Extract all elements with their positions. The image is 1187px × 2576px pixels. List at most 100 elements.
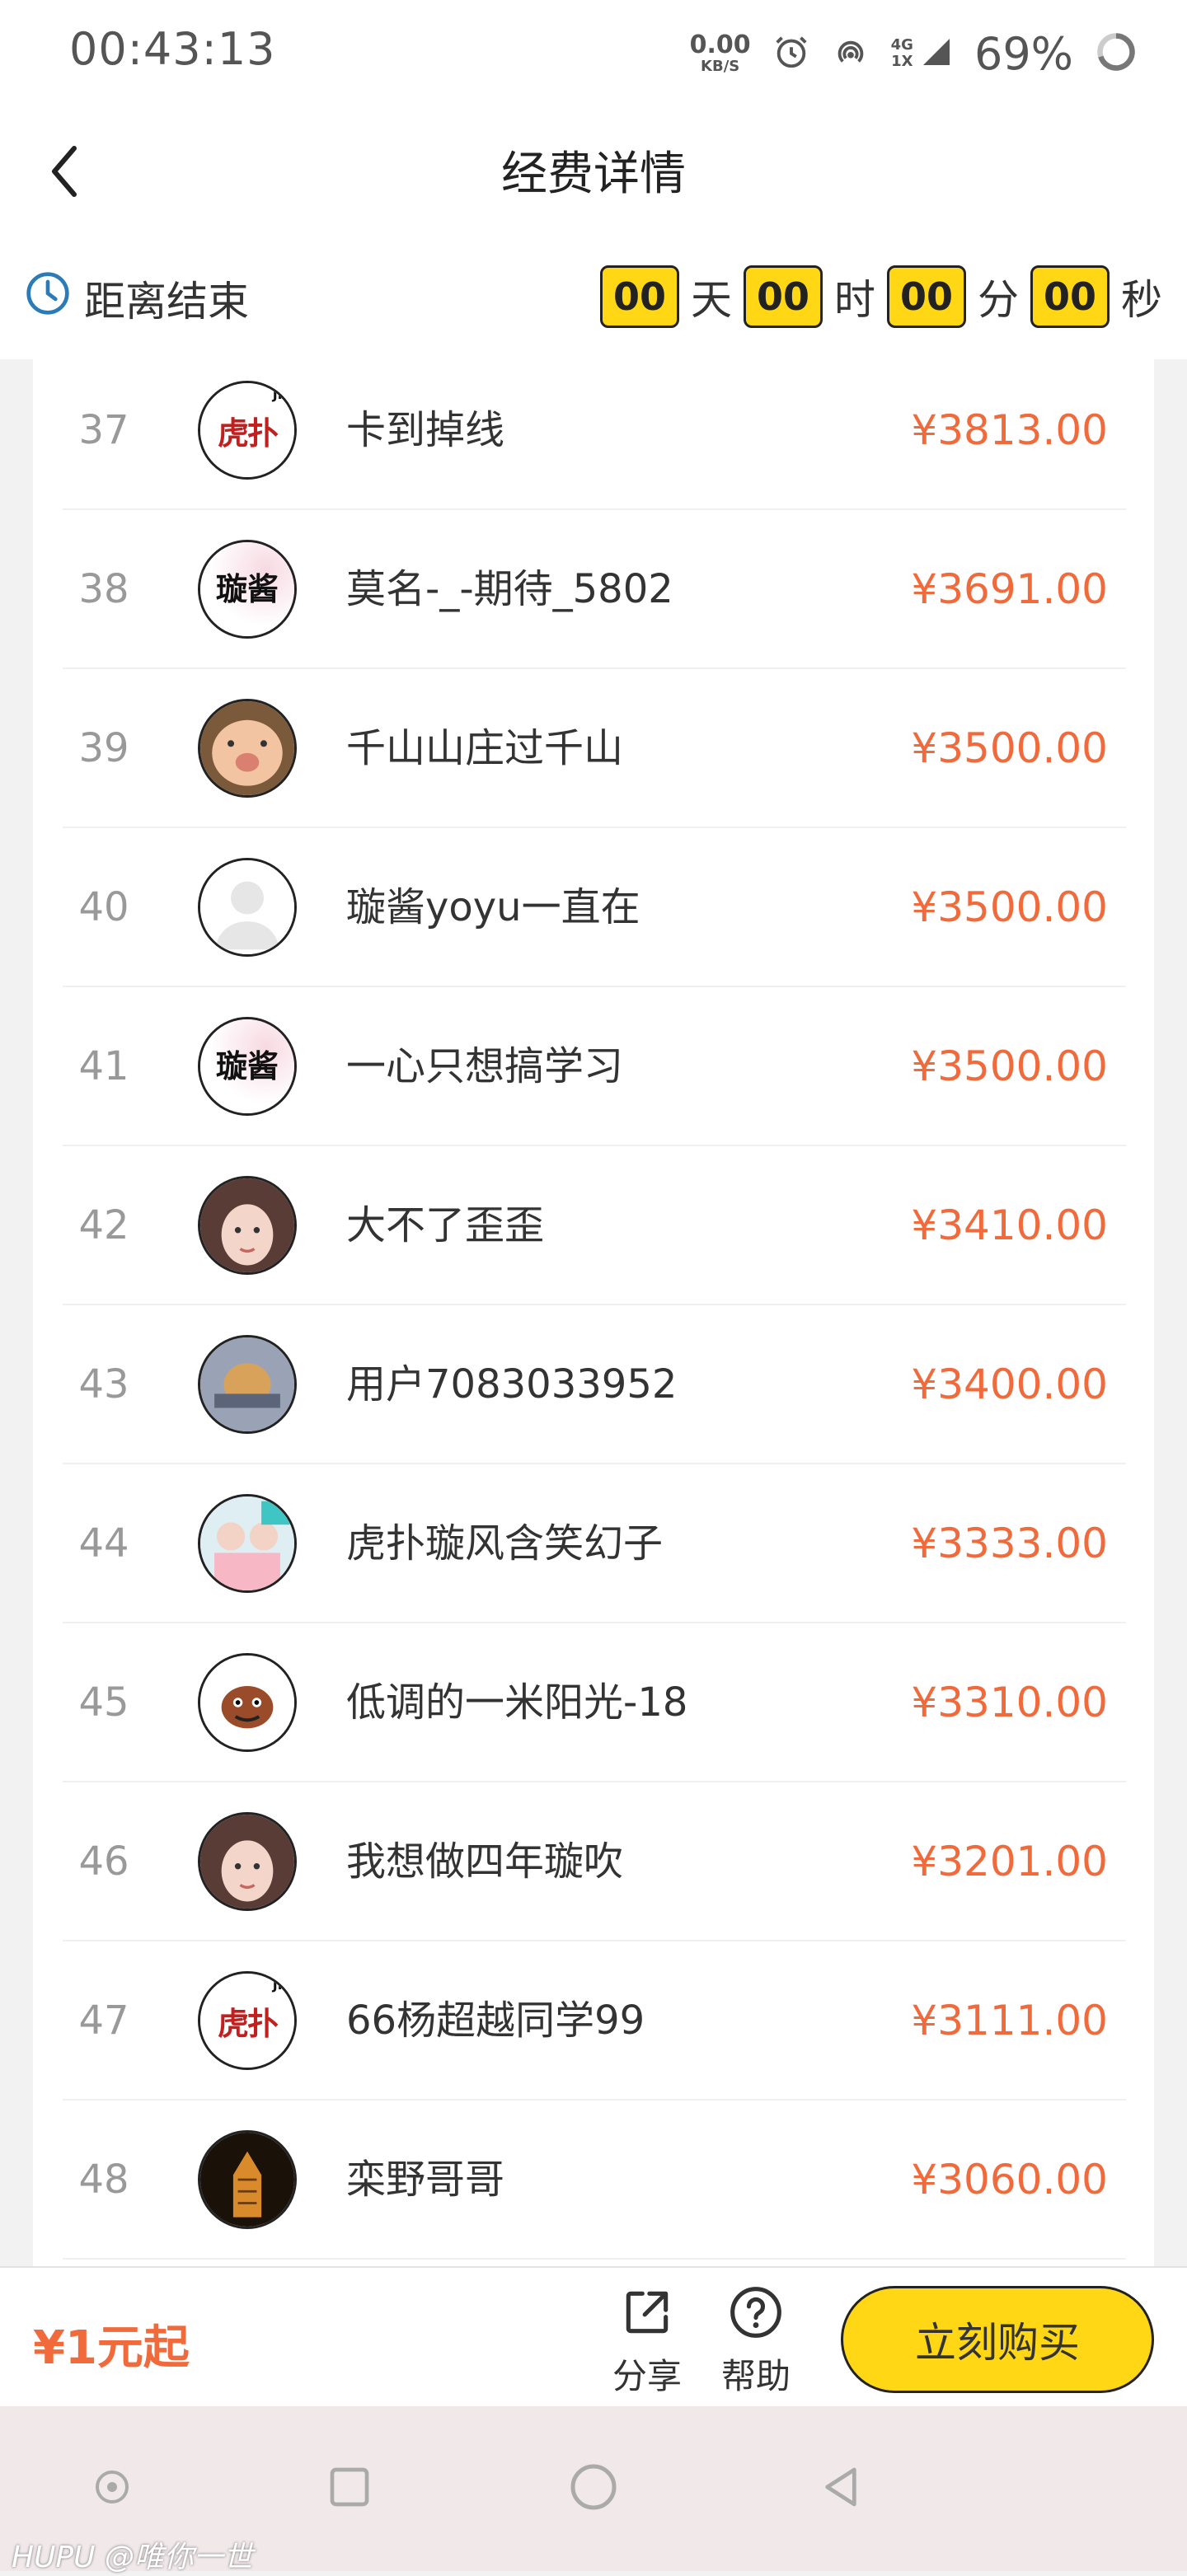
list-item[interactable]: 38 璇酱 莫名-_-期待_5802 ¥3691.00 — [63, 510, 1126, 669]
list-item[interactable]: 41 璇酱 一心只想搞学习 ¥3500.00 — [63, 987, 1126, 1146]
avatar[interactable] — [198, 858, 297, 957]
user-name: 千山山庄过千山 — [346, 725, 624, 771]
list-item[interactable]: 39 千山山庄过千山 ¥3500.00 — [63, 669, 1126, 828]
user-name: 一心只想搞学习 — [346, 1043, 624, 1089]
square-icon — [326, 2464, 373, 2513]
buy-now-button[interactable]: 立刻购买 — [841, 2286, 1154, 2393]
dot-circle-icon — [92, 2467, 132, 2510]
avatar[interactable]: 虎扑 JR — [198, 381, 297, 480]
rank-number: 41 — [78, 1043, 129, 1089]
countdown-label-group: 距离结束 — [25, 269, 249, 328]
countdown-hours: 00 — [744, 265, 823, 328]
rank-number: 44 — [78, 1520, 129, 1567]
battery-percent: 69% — [974, 27, 1073, 80]
avatar-logo-text: 虎扑 — [217, 2004, 279, 2042]
rank-number: 48 — [78, 2157, 129, 2203]
rank-number: 37 — [78, 407, 129, 453]
avatar[interactable] — [198, 1176, 297, 1275]
amount: ¥3060.00 — [911, 2156, 1108, 2204]
list-item[interactable]: 44 虎扑璇风含笑幻子 ¥3333.00 — [63, 1464, 1126, 1623]
user-name: 大不了歪歪 — [346, 1202, 545, 1248]
net-speed-unit: KB/S — [701, 58, 740, 75]
net-speed: 0.00 KB/S — [690, 33, 751, 74]
avatar[interactable]: 璇酱 — [198, 540, 297, 639]
amount: ¥3500.00 — [911, 883, 1108, 931]
avatar-logo-text: 璇酱 — [215, 1047, 279, 1084]
watermark: HUPU @唯你一世 — [12, 2541, 253, 2574]
signal-icon — [920, 35, 953, 72]
page-title: 经费详情 — [501, 148, 686, 201]
list-item[interactable]: 43 用户7083033952 ¥3400.00 — [63, 1305, 1126, 1464]
rank-number: 47 — [78, 1998, 129, 2044]
clock-icon — [25, 270, 71, 326]
amount: ¥3500.00 — [911, 1042, 1108, 1090]
action-bar: ¥1元起 分享 帮助 立刻购买 — [0, 2266, 1187, 2406]
user-name: 栾野哥哥 — [346, 2157, 505, 2203]
share-label: 分享 — [612, 2356, 682, 2396]
avatar[interactable]: 璇酱 — [198, 1017, 297, 1116]
list-item[interactable]: 40 璇酱yoyu一直在 ¥3500.00 — [63, 828, 1126, 987]
list-item[interactable]: 45 低调的一米阳光-18 ¥3310.00 — [63, 1623, 1126, 1782]
nav-recents-button[interactable] — [317, 2456, 382, 2522]
net-speed-value: 0.00 — [689, 30, 751, 59]
triangle-back-icon — [818, 2464, 864, 2513]
amount: ¥3111.00 — [911, 1997, 1108, 2044]
user-name: 卡到掉线 — [346, 407, 505, 453]
amount: ¥3201.00 — [911, 1838, 1108, 1885]
rank-number: 39 — [78, 725, 129, 771]
amount: ¥3813.00 — [911, 406, 1108, 454]
nav-home-button[interactable] — [561, 2456, 626, 2522]
hotspot-icon — [832, 33, 870, 74]
avatar-logo-badge: JR — [272, 1977, 288, 1993]
nav-assist-button[interactable] — [79, 2456, 145, 2522]
user-name: 璇酱yoyu一直在 — [346, 884, 640, 930]
rank-number: 46 — [78, 1838, 129, 1885]
status-time: 00:43:13 — [69, 23, 276, 75]
list-item[interactable]: 42 大不了歪歪 ¥3410.00 — [63, 1146, 1126, 1305]
amount: ¥3333.00 — [911, 1520, 1108, 1567]
battery-ring-icon — [1095, 30, 1138, 77]
rank-number: 45 — [78, 1679, 129, 1726]
status-bar: 00:43:13 0.00 KB/S 4G 1X 69% — [0, 0, 1187, 104]
countdown-label: 距离结束 — [84, 278, 249, 326]
user-name: 低调的一米阳光-18 — [346, 1679, 688, 1726]
amount: ¥3310.00 — [911, 1679, 1108, 1726]
rank-number: 40 — [78, 884, 129, 930]
alarm-icon — [772, 33, 810, 74]
ranking-list[interactable]: 37 虎扑 JR 卡到掉线 ¥3813.00 38 璇酱 莫名-_-期待_5802 ¥3691.… — [33, 359, 1154, 2266]
countdown-seconds: 00 — [1030, 265, 1110, 328]
avatar[interactable] — [198, 1494, 297, 1593]
countdown-minutes: 00 — [887, 265, 966, 328]
avatar-logo-text: 璇酱 — [215, 569, 279, 607]
rank-number: 43 — [78, 1361, 129, 1407]
page-header: 经费详情 — [0, 104, 1187, 236]
rank-number: 42 — [78, 1202, 129, 1248]
avatar[interactable] — [198, 1653, 297, 1752]
list-item[interactable]: 48 栾野哥哥 ¥3060.00 — [63, 2101, 1126, 2260]
starting-price: ¥1元起 — [33, 2321, 190, 2375]
share-button[interactable]: 分享 — [602, 2284, 692, 2400]
countdown-timer: 00 天 00 时 00 分 00 秒 — [600, 265, 1162, 328]
nav-back-button[interactable] — [808, 2456, 874, 2522]
amount: ¥3410.00 — [911, 1201, 1108, 1249]
help-button[interactable]: 帮助 — [711, 2284, 801, 2400]
list-item[interactable]: 46 我想做四年璇吹 ¥3201.00 — [63, 1782, 1126, 1941]
avatar-logo-text: 虎扑 — [217, 414, 279, 452]
user-name: 用户7083033952 — [346, 1361, 678, 1407]
help-icon — [728, 2284, 784, 2344]
avatar-logo-badge: JR — [272, 386, 288, 402]
avatar[interactable] — [198, 699, 297, 798]
days-unit: 天 — [691, 276, 732, 324]
status-icons: 0.00 KB/S 4G 1X 69% — [690, 25, 1138, 82]
list-item[interactable]: 47 虎扑 JR 66杨超越同学99 ¥3111.00 — [63, 1941, 1126, 2101]
avatar[interactable] — [198, 1812, 297, 1911]
seconds-unit: 秒 — [1121, 276, 1162, 324]
list-item[interactable]: 37 虎扑 JR 卡到掉线 ¥3813.00 — [63, 359, 1126, 510]
circle-icon — [569, 2462, 618, 2515]
avatar[interactable] — [198, 1335, 297, 1434]
avatar[interactable] — [198, 2130, 297, 2229]
countdown-days: 00 — [600, 265, 679, 328]
avatar[interactable]: 虎扑 JR — [198, 1971, 297, 2070]
help-label: 帮助 — [720, 2356, 791, 2396]
minutes-unit: 分 — [978, 276, 1019, 324]
